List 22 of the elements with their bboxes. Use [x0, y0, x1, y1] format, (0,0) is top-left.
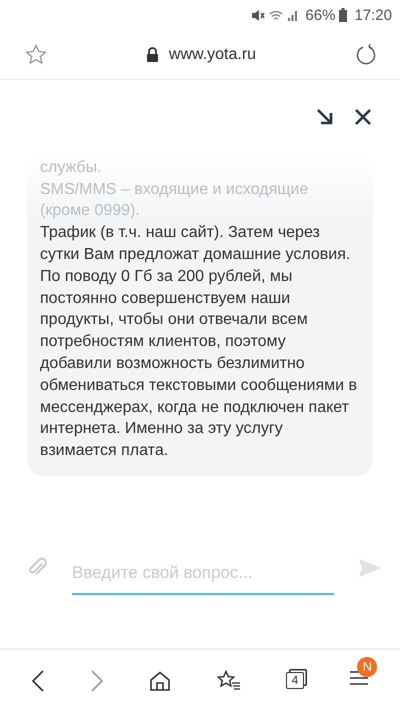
forward-icon[interactable] — [90, 670, 104, 692]
wifi-icon — [269, 8, 284, 22]
home-icon[interactable] — [149, 670, 172, 690]
mute-icon — [251, 8, 266, 22]
message-text: службы. — [40, 158, 103, 178]
menu-icon[interactable] — [349, 669, 370, 687]
notification-badge: N — [357, 657, 378, 677]
tabs-button[interactable]: 4 — [286, 672, 304, 689]
message-text: По поводу 0 Гб за 200 рублей, мы постоянно совершенствуем наши продукты, чтобы они отвечали всем потребностям клиентов, поэтому добавили возможность безлимитно обмениваться текстовыми сообщениями в мессенджерах, когда не подключен пакет интернета. Именно за эту услугу взимается плата. — [40, 266, 358, 462]
message-text: SMS/MMS – входящие и исходящие (кроме 0999). — [40, 180, 310, 222]
close-icon[interactable] — [354, 108, 372, 126]
back-icon[interactable] — [30, 670, 45, 692]
bookmarks-icon[interactable] — [216, 670, 241, 692]
minimize-icon[interactable] — [316, 108, 334, 126]
battery-percent: 66% — [305, 6, 336, 24]
url-text[interactable]: www.yota.ru — [168, 46, 256, 64]
star-icon[interactable] — [25, 44, 47, 65]
battery-icon — [339, 8, 348, 22]
reload-icon[interactable] — [354, 44, 377, 66]
signal-icon — [287, 8, 300, 22]
clock: 17:20 — [354, 6, 392, 24]
message-text: Трафик (в т.ч. наш сайт). Затем через сутки Вам предложат домашние условия. — [40, 223, 352, 266]
